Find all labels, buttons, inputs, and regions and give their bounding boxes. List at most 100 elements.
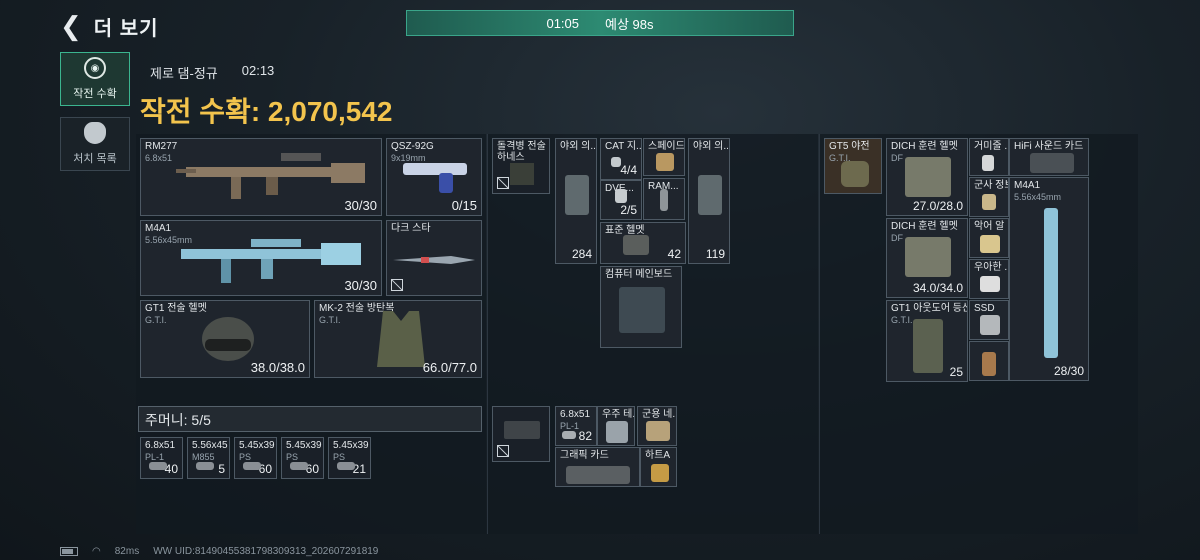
loot-item[interactable]: HiFi 사운드 카드 [1009,138,1089,176]
tab-operation-harvest[interactable]: ◉ 작전 수확 [60,52,130,106]
pouch-ammo-slot[interactable]: 5.45x39 PS 21 [328,437,371,479]
soundcard-icon [1030,153,1074,173]
weapon-slot-primary[interactable]: RM277 6.8x51 30/30 [140,138,382,216]
rig-slot[interactable]: 돌격병 전술 하네스 [492,138,550,194]
item-count: 5 [218,462,225,476]
column-divider [819,134,820,534]
uid-text: WW UID:8149045538179830931​3_20260729181… [153,546,379,557]
egg-icon [980,235,1000,253]
item-name: 그래픽 카드 [560,450,609,461]
pouch-ammo-slot[interactable]: 5.45x39 PS 60 [281,437,324,479]
target-icon: ◉ [84,57,106,79]
loot-item[interactable]: GT1 아웃도어 등산...G.T.I. 25 [886,300,968,382]
loot-item[interactable]: 우아한 ... [969,259,1009,299]
space-item-icon [606,421,628,443]
weapon-ammo: 0/15 [451,198,477,213]
item-name: 5.45x39 [239,440,275,451]
loot-item[interactable]: SSD [969,300,1009,340]
loot-item[interactable] [969,341,1009,381]
battery-icon [60,547,78,556]
medkit-icon [698,175,722,215]
bag-slot[interactable] [492,406,550,462]
loot-item[interactable]: 거미줄 ... [969,138,1009,176]
graphics-card-icon [566,466,630,484]
item-sub: G.T.I. [891,315,913,325]
helmet-brand: G.T.I. [145,315,167,325]
column-divider [487,134,488,534]
pouch-header: 주머니: 5/5 [138,406,482,432]
loot-item[interactable]: DICH 훈련 헬멧 DF 27.0/28.0 [886,138,968,216]
motherboard-icon [619,287,665,333]
helmet-slot[interactable]: GT1 전술 헬멧 G.T.I. 38.0/38.0 [140,300,310,378]
map-name: 제로 댐-정규 [150,66,218,81]
weapon-name: M4A1 [145,223,172,234]
loot-item[interactable]: 악어 알 [969,218,1009,258]
item-name: 악어 알 [974,221,1005,232]
item-name: 5.45x39 [286,440,322,451]
bag-item[interactable]: 그래픽 카드 [555,447,640,487]
ammo-box-icon [337,462,355,470]
item-name: 우아한 ... [974,262,1009,273]
item-name: 5.45x39 [333,440,369,451]
item-count: 119 [705,247,725,261]
backpack-item[interactable]: CAT 지... 4/4 [600,138,642,180]
backpack-item[interactable]: RAM... [643,178,685,220]
tab-kill-list[interactable]: 처치 목록 [60,117,130,171]
item-count: 4/4 [620,163,637,177]
pouch-ammo-slot[interactable]: 6.8x51 PL-1 40 [140,437,183,479]
rig-name: 돌격병 전술 하네스 [497,141,546,163]
ammo-box-icon [196,462,214,470]
weapon-slot-melee[interactable]: 다크 스타 [386,220,482,296]
bag-item[interactable]: 군용 네... [637,406,677,446]
item-name: DICH 훈련 헬멧 [891,141,958,152]
item-name: M4A1 [1014,180,1041,191]
knife-icon [393,256,475,264]
weapon-slot-secondary[interactable]: M4A1 5.56x45mm 30/30 [140,220,382,296]
backpack-item[interactable]: 표준 헬멧 42 [600,222,686,264]
harness-icon [510,163,534,185]
status-footer: ◠ 82ms WW UID:8149045538179830931​3_2026… [60,546,378,557]
loot-rig-slot[interactable]: GT5 야전 G.T.I. [824,138,882,194]
dve-icon [615,189,627,203]
loot-item[interactable]: 군사 정보 [969,177,1009,217]
loot-item[interactable]: DICH 훈련 헬멧 DF 34.0/34.0 [886,218,968,298]
item-name: CAT 지... [605,141,642,152]
pistol-icon [403,163,467,193]
item-name: DICH 훈련 헬멧 [891,221,958,232]
weapon-ammo: 30/30 [344,198,377,213]
backpack-item[interactable]: 야외 의... 119 [688,138,730,264]
web-icon [982,155,994,171]
bag-item[interactable]: 6.8x51 PL-1 82 [555,406,597,446]
rifle-icon [181,239,361,283]
backpack-item[interactable]: DVE...2/5 [600,180,642,220]
item-sub: PS [239,452,252,462]
item-sub: PL-1 [560,421,580,431]
wifi-icon: ◠ [92,546,101,557]
pouch-ammo-slot[interactable]: 5.45x39 PS 60 [234,437,277,479]
backpack-item[interactable]: 스페이드... [643,138,685,176]
bag-item[interactable]: 우주 테... [597,406,635,446]
item-count: 284 [571,247,592,261]
pouch-ammo-slot[interactable]: 5.56x45 M855 5 [187,437,230,479]
loot-item[interactable]: M4A1 5.56x45mm 28/30 [1009,177,1089,381]
armor-slot[interactable]: MK-2 전술 방탄복 G.T.I. 66.0/77.0 [314,300,482,378]
ammo-box-icon [243,462,261,470]
backpack-item[interactable]: 컴퓨터 메인보드 [600,266,682,348]
match-info: 제로 댐-정규 02:13 [150,63,274,82]
weapon-slot-sidearm[interactable]: QSZ-92G 9x19mm 0/15 [386,138,482,216]
item-name: 6.8x51 [145,440,176,451]
backpack-item[interactable]: 야외 의... 284 [555,138,597,264]
skull-icon [84,122,106,144]
rifle-icon [176,153,365,199]
backpack-icon [913,319,943,373]
match-time: 02:13 [241,63,275,78]
ram-icon [660,189,668,211]
ping-value: 82ms [114,546,140,557]
backpack-icon [841,161,869,187]
bag-item[interactable]: 하트A [640,447,677,487]
military-net-icon [646,421,670,441]
back-button[interactable]: ❮ 더 보기 [60,10,180,42]
helmet-durability: 38.0/38.0 [250,360,305,375]
weapon-name: 다크 스타 [391,223,431,234]
item-sub: PS [286,452,299,462]
